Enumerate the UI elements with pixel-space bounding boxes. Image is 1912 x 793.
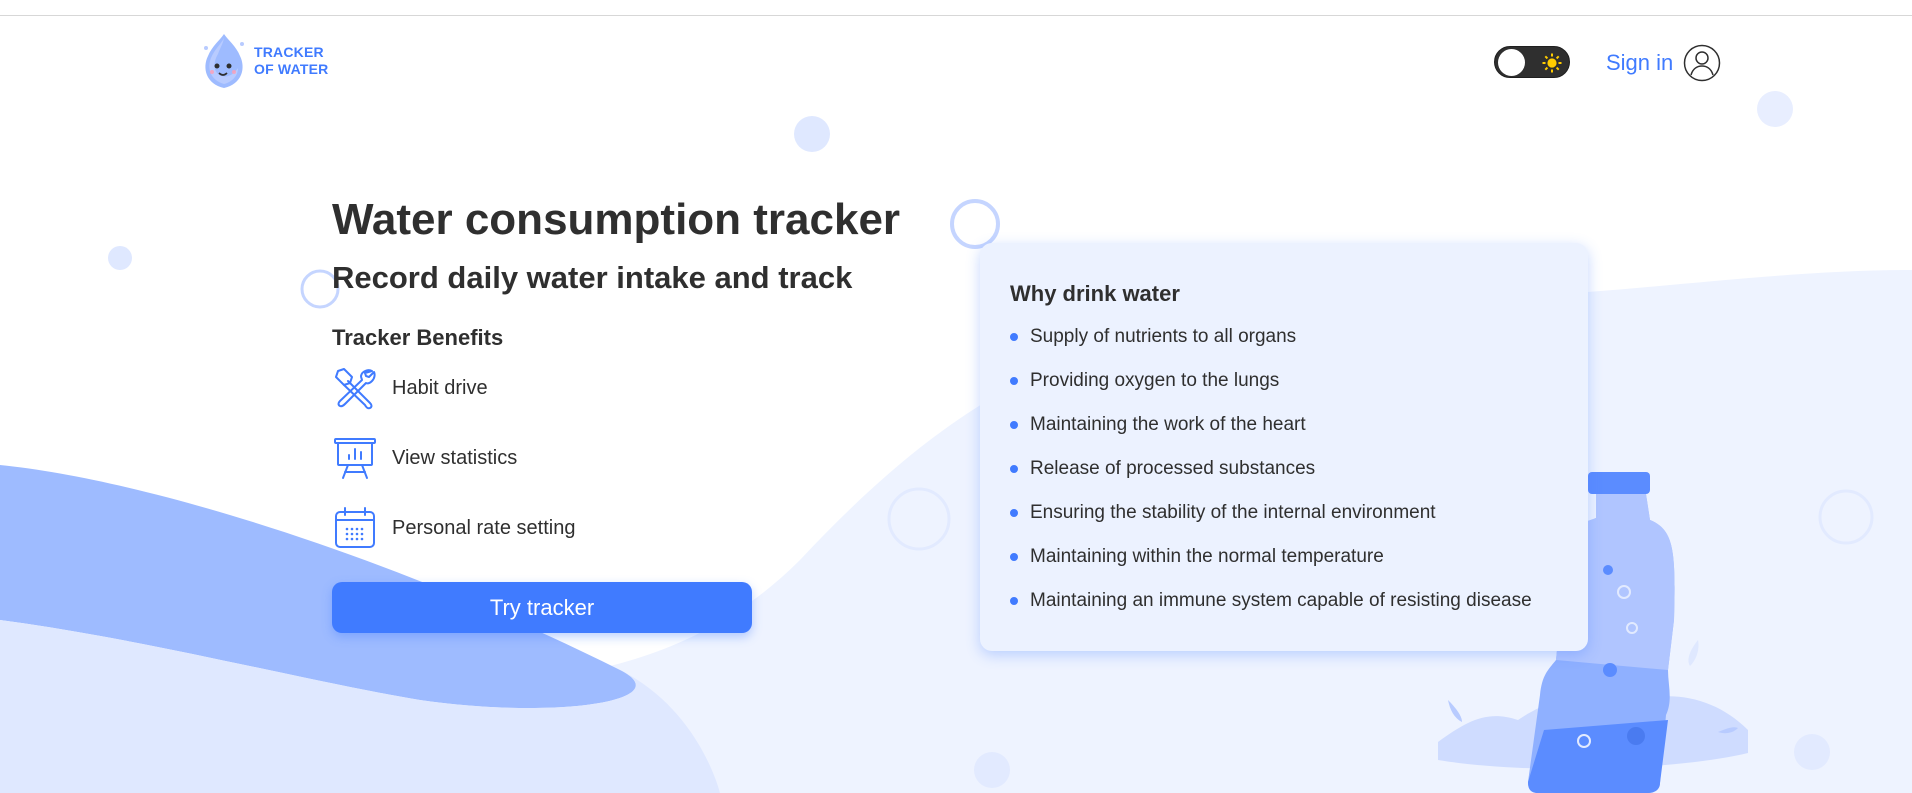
logo-text-line1: TRACKER <box>254 44 324 60</box>
logo-text: TRACKER OF WATER <box>254 44 328 78</box>
bullet <box>1010 377 1018 385</box>
list-item: Ensuring the stability of the internal e… <box>1010 491 1558 535</box>
benefit-item: View statistics <box>332 434 932 482</box>
bullet <box>1010 333 1018 341</box>
list-item: Supply of nutrients to all organs <box>1010 315 1558 359</box>
theme-toggle[interactable] <box>1494 46 1570 78</box>
try-tracker-button[interactable]: Try tracker <box>332 582 752 633</box>
list-item-text: Maintaining the work of the heart <box>1030 414 1306 435</box>
toggle-knob <box>1498 49 1525 76</box>
sun-icon <box>1542 53 1562 73</box>
benefit-item: Personal rate setting <box>332 504 932 552</box>
water-drop-mascot-icon <box>204 34 244 88</box>
bullet <box>1010 553 1018 561</box>
bullet <box>1010 421 1018 429</box>
benefits-title: Tracker Benefits <box>332 325 504 350</box>
reasons-list: Supply of nutrients to all organs Provid… <box>1010 315 1558 623</box>
header: TRACKER OF WATER Sign in <box>0 0 1912 110</box>
page-subtitle: Record daily water intake and track <box>332 260 853 295</box>
list-item: Providing oxygen to the lungs <box>1010 359 1558 403</box>
logo-text-line2: OF WATER <box>254 61 329 77</box>
logo[interactable]: TRACKER OF WATER <box>198 30 328 92</box>
tools-icon <box>335 368 376 410</box>
list-item: Maintaining the work of the heart <box>1010 403 1558 447</box>
list-item: Maintaining an immune system capable of … <box>1010 579 1558 623</box>
why-drink-water-card: Why drink water Supply of nutrients to a… <box>980 243 1588 651</box>
bullet <box>1010 597 1018 605</box>
list-item-text: Maintaining within the normal temperatur… <box>1030 546 1384 567</box>
list-item-text: Supply of nutrients to all organs <box>1030 326 1297 347</box>
list-item-text: Providing oxygen to the lungs <box>1030 370 1280 391</box>
hero-section: Water consumption tracker Record daily w… <box>332 190 932 633</box>
benefit-item: Habit drive <box>332 364 932 412</box>
list-item-text: Ensuring the stability of the internal e… <box>1030 502 1436 523</box>
card-title: Why drink water <box>1010 281 1180 306</box>
benefit-label: Personal rate setting <box>392 516 576 539</box>
statistics-icon <box>334 438 376 479</box>
list-item-text: Maintaining an immune system capable of … <box>1030 590 1532 611</box>
list-item-text: Release of processed substances <box>1030 458 1316 479</box>
sign-in-label: Sign in <box>1606 50 1674 75</box>
bullet <box>1010 509 1018 517</box>
page-title: Water consumption tracker <box>332 195 901 244</box>
user-icon <box>1684 44 1721 82</box>
benefit-label: Habit drive <box>392 376 488 399</box>
list-item: Maintaining within the normal temperatur… <box>1010 535 1558 579</box>
bullet <box>1010 465 1018 473</box>
list-item: Release of processed substances <box>1010 447 1558 491</box>
benefit-label: View statistics <box>392 446 518 469</box>
calendar-icon <box>335 507 375 548</box>
sign-in-link[interactable]: Sign in <box>1606 44 1721 82</box>
